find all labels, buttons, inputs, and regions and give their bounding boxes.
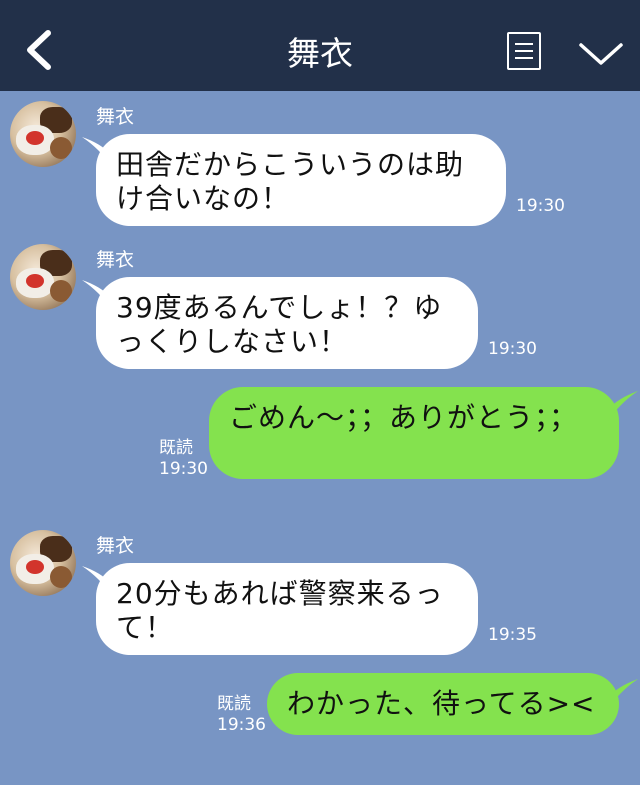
read-receipt: 既読: [159, 438, 193, 458]
avatar[interactable]: [10, 530, 76, 596]
bubble-tail: [608, 679, 638, 709]
menu-icon[interactable]: [507, 32, 541, 70]
message-time: 19:30: [159, 459, 208, 479]
message-time: 19:35: [488, 625, 537, 645]
sender-name: 舞衣: [96, 249, 135, 271]
message-bubble[interactable]: 20分もあれば警察来るって！: [96, 563, 478, 655]
message-bubble[interactable]: ごめん～；；ありがとう；；: [209, 387, 619, 479]
sender-name: 舞衣: [96, 535, 135, 557]
chat-header: 舞衣: [0, 0, 640, 91]
message-bubble[interactable]: わかった、待ってる><: [267, 673, 619, 735]
bubble-tail: [608, 391, 638, 421]
message-bubble[interactable]: 田舎だからこういうのは助け合いなの！: [96, 134, 506, 226]
read-receipt: 既読: [217, 694, 251, 714]
sender-name: 舞衣: [96, 106, 135, 128]
chat-title: 舞衣: [287, 34, 353, 73]
message-time: 19:30: [488, 339, 537, 359]
avatar[interactable]: [10, 101, 76, 167]
message-time: 19:36: [217, 715, 266, 735]
chevron-down-icon[interactable]: [578, 40, 624, 68]
avatar[interactable]: [10, 244, 76, 310]
message-list[interactable]: 舞衣 田舎だからこういうのは助け合いなの！ 19:30 舞衣 39度あるんでしょ…: [0, 91, 640, 785]
message-time: 19:30: [516, 196, 565, 216]
message-bubble[interactable]: 39度あるんでしょ！？ゆっくりしなさい！: [96, 277, 478, 369]
